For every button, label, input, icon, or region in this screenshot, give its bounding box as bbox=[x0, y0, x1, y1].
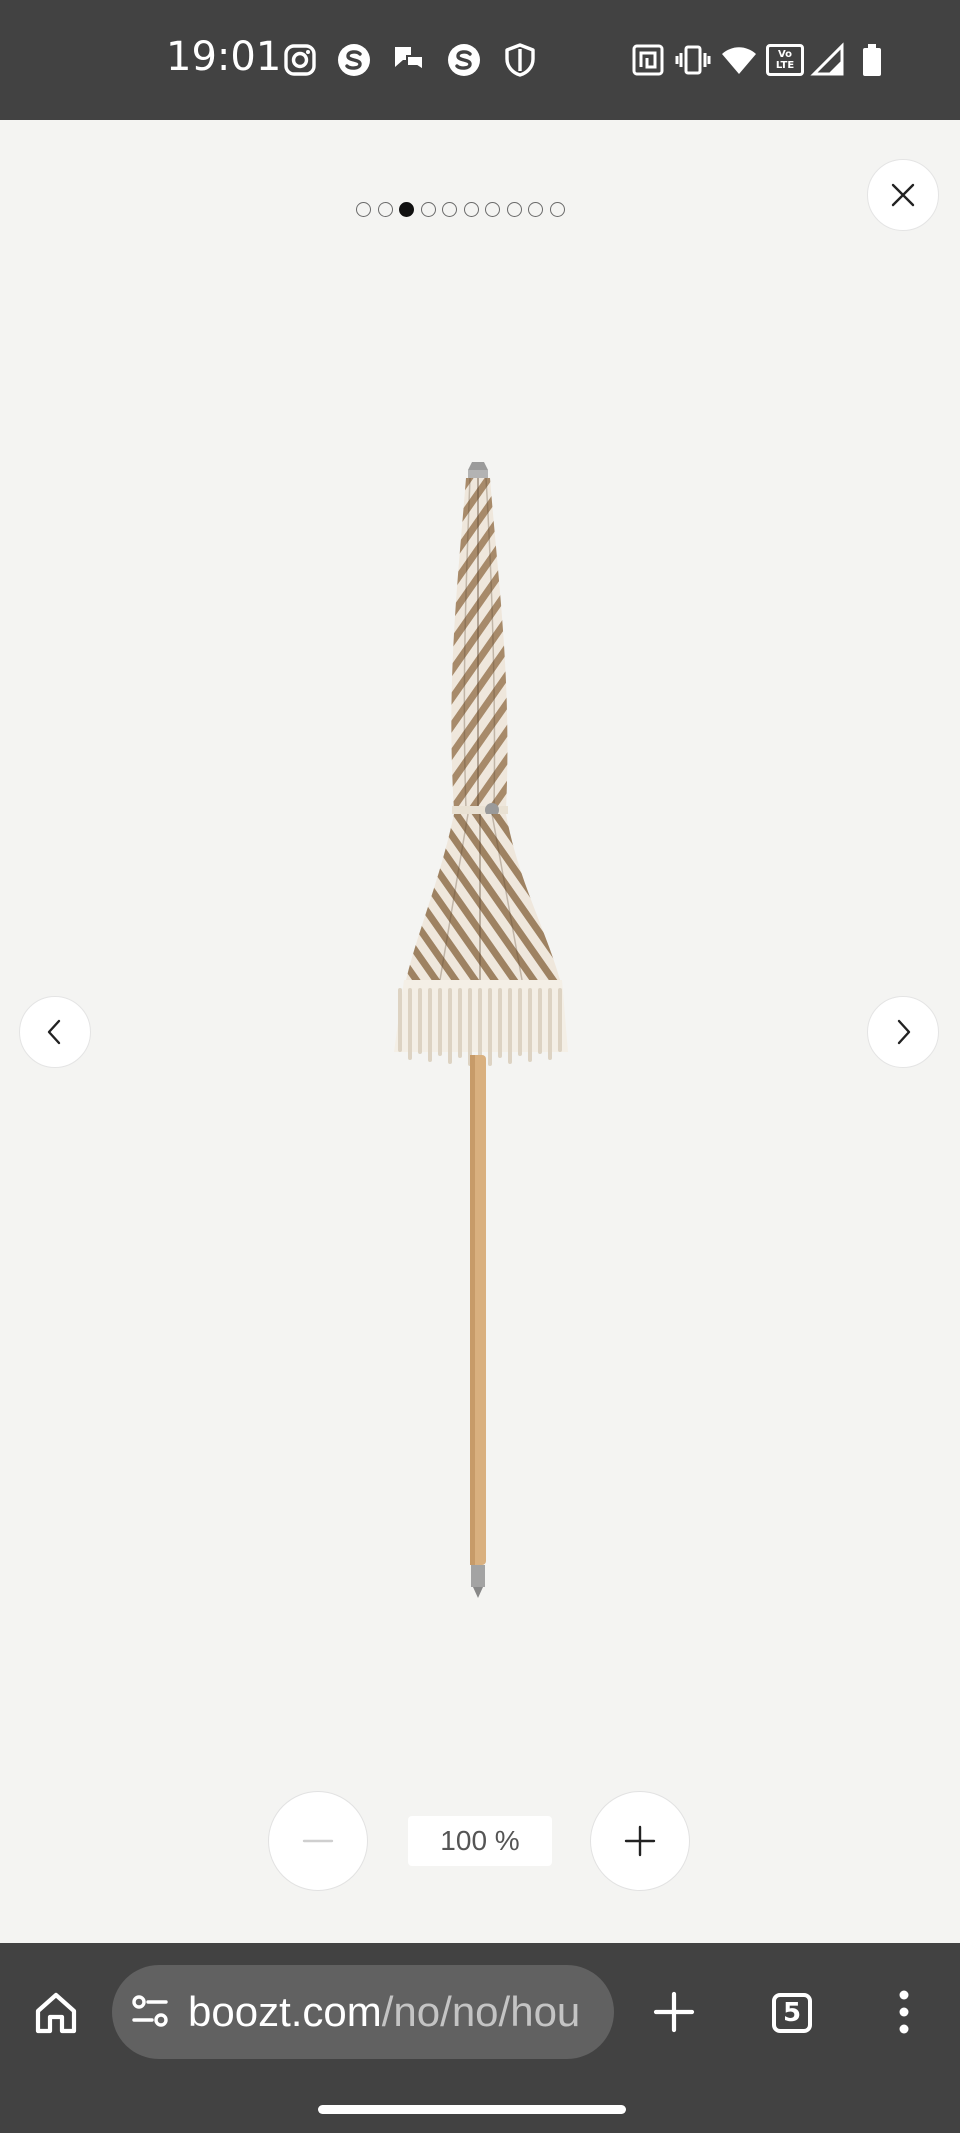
home-icon[interactable] bbox=[32, 1989, 80, 2037]
pagination-dot-active[interactable] bbox=[399, 202, 414, 217]
product-image-parasol bbox=[394, 462, 568, 1598]
pagination-dot[interactable] bbox=[377, 202, 393, 217]
s-app-icon bbox=[338, 44, 370, 76]
instagram-icon bbox=[284, 44, 316, 76]
tab-count: 5 bbox=[782, 1998, 802, 2028]
zoom-level: 100 % bbox=[408, 1816, 552, 1866]
pagination-dot[interactable] bbox=[549, 202, 565, 217]
plus-icon bbox=[624, 1825, 656, 1857]
pagination-dot[interactable] bbox=[528, 202, 543, 217]
address-bar[interactable]: boozt.com/no/no/hou bbox=[112, 1965, 614, 2059]
tab-switcher-button[interactable]: 5 bbox=[772, 1993, 812, 2033]
pagination-dot[interactable] bbox=[506, 202, 522, 217]
status-time: 19:01 bbox=[166, 34, 282, 80]
new-tab-icon[interactable] bbox=[652, 1990, 696, 2034]
gesture-home-indicator[interactable] bbox=[318, 2105, 626, 2114]
shield-icon bbox=[505, 43, 535, 77]
pagination-dot[interactable] bbox=[485, 202, 500, 217]
signal-icon bbox=[810, 42, 844, 76]
pagination-dot[interactable] bbox=[463, 202, 479, 217]
pagination-dot[interactable] bbox=[356, 202, 371, 217]
chat-app-icon bbox=[395, 47, 424, 72]
url-text[interactable]: boozt.com/no/no/hou bbox=[188, 1985, 598, 2039]
site-settings-icon[interactable] bbox=[130, 1992, 170, 2032]
volte-label: Vo LTE bbox=[775, 49, 795, 71]
chevron-left-icon bbox=[47, 1019, 61, 1045]
next-image-button[interactable] bbox=[867, 996, 939, 1068]
zoom-in-button[interactable] bbox=[590, 1791, 690, 1891]
close-icon bbox=[891, 183, 915, 207]
vibrate-icon bbox=[675, 45, 711, 75]
close-button[interactable] bbox=[867, 159, 939, 231]
previous-image-button[interactable] bbox=[19, 996, 91, 1068]
battery-icon bbox=[863, 44, 881, 76]
wifi-icon bbox=[722, 47, 756, 74]
pagination-dot[interactable] bbox=[420, 202, 436, 217]
status-bar: 19:01 Vo LTE bbox=[0, 0, 960, 120]
nfc-icon bbox=[632, 44, 664, 76]
zoom-out-button[interactable] bbox=[268, 1791, 368, 1891]
image-pagination bbox=[356, 202, 565, 217]
minus-icon bbox=[302, 1839, 334, 1843]
chevron-right-icon bbox=[897, 1019, 911, 1045]
more-options-icon[interactable] bbox=[886, 1987, 922, 2037]
url-domain: boozt.com bbox=[188, 1988, 382, 2035]
browser-toolbar: boozt.com/no/no/hou 5 bbox=[0, 1943, 960, 2133]
s-app-icon bbox=[448, 44, 480, 76]
volte-icon: Vo LTE bbox=[766, 44, 804, 76]
pagination-dot[interactable] bbox=[442, 202, 457, 217]
url-path: /no/no/hou bbox=[381, 1988, 581, 2035]
